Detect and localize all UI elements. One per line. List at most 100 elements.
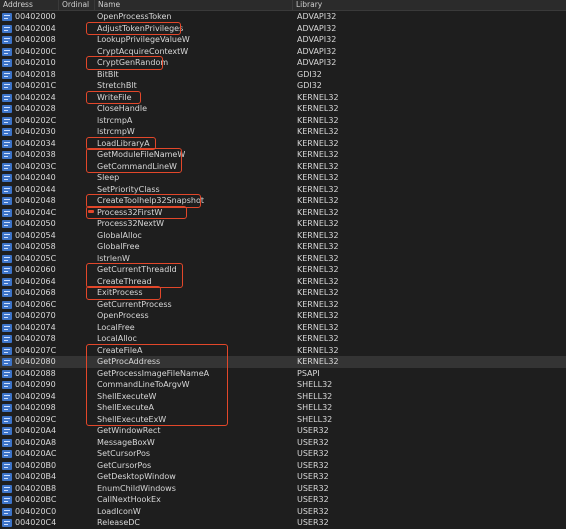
table-row[interactable]: 00402078 LocalAlloc KERNEL32 [0,333,566,345]
address-cell: 00402024 [15,92,56,102]
address-cell: 00402060 [15,265,56,274]
table-row[interactable]: 00402048 CreateToolhelp32Snapshot KERNEL32 [0,195,566,207]
table-row[interactable]: 00402028 CloseHandle KERNEL32 [0,103,566,115]
address-cell: 0040202C [15,115,57,125]
table-row[interactable]: 004020BC CallNextHookEx USER32 [0,494,566,506]
address-cell: 0040204C [15,207,57,217]
address-cell: 00402030 [15,127,56,136]
table-row[interactable]: 00402060 GetCurrentThreadId KERNEL32 [0,264,566,276]
table-row[interactable]: 00402088 GetProcessImageFileNameA PSAPI [0,368,566,380]
table-row[interactable]: 0040206C GetCurrentProcess KERNEL32 [0,299,566,311]
import-function-icon [2,128,12,136]
table-row[interactable]: 004020AC SetCursorPos USER32 [0,448,566,460]
library-cell: KERNEL32 [297,276,339,286]
library-cell: KERNEL32 [297,127,339,136]
table-row[interactable]: 00402090 CommandLineToArgvW SHELL32 [0,379,566,391]
library-cell: ADVAPI32 [297,35,337,44]
table-row[interactable]: 00402094 ShellExecuteW SHELL32 [0,391,566,403]
import-function-icon [2,59,12,67]
table-row[interactable]: 00402040 Sleep KERNEL32 [0,172,566,184]
table-row[interactable]: 004020A4 GetWindowRect USER32 [0,425,566,437]
name-cell: OpenProcess [97,311,149,320]
table-row[interactable]: 00402080 GetProcAddress KERNEL32 [0,356,566,368]
name-cell: SetCursorPos [97,449,151,458]
table-row[interactable]: 00402050 Process32NextW KERNEL32 [0,218,566,230]
library-cell: KERNEL32 [297,184,339,194]
library-cell: USER32 [297,460,329,470]
address-cell: 00402064 [15,276,56,286]
name-cell: lstrcmpA [97,115,133,125]
table-row[interactable]: 00402008 LookupPrivilegeValueW ADVAPI32 [0,34,566,46]
name-cell: LoadLibraryA [97,138,150,148]
import-function-icon [2,335,12,343]
table-row[interactable]: 00402064 CreateThread KERNEL32 [0,276,566,288]
import-function-icon [2,461,12,470]
name-cell: CryptGenRandom [97,58,169,67]
table-row[interactable]: 004020C4 ReleaseDC USER32 [0,517,566,529]
table-row[interactable]: 004020B4 GetDesktopWindow USER32 [0,471,566,483]
table-row[interactable]: 0040203C GetCommandLineW KERNEL32 [0,161,566,173]
import-function-icon [2,47,12,56]
library-cell: USER32 [297,426,329,435]
import-function-icon [2,139,12,148]
library-cell: KERNEL32 [297,253,339,263]
column-header-ordinal[interactable]: Ordinal [59,0,95,10]
library-cell: GDI32 [297,81,322,90]
table-row[interactable]: 00402018 BitBlt GDI32 [0,69,566,81]
table-row[interactable]: 00402058 GlobalFree KERNEL32 [0,241,566,253]
table-row[interactable]: 00402074 LocalFree KERNEL32 [0,322,566,334]
table-row[interactable]: 00402054 GlobalAlloc KERNEL32 [0,230,566,242]
table-row[interactable]: 0040204C Process32FirstW KERNEL32 [0,207,566,219]
table-row[interactable]: 00402030 lstrcmpW KERNEL32 [0,126,566,138]
address-cell: 00402090 [15,380,56,389]
library-cell: KERNEL32 [297,322,339,332]
name-cell: MessageBoxW [97,437,155,447]
name-cell: Process32NextW [97,219,165,228]
table-row[interactable]: 0040200C CryptAcquireContextW ADVAPI32 [0,46,566,58]
address-cell: 004020BC [15,495,57,504]
table-row[interactable]: 004020B8 EnumChildWindows USER32 [0,483,566,495]
address-cell: 00402078 [15,334,56,343]
address-cell: 004020C4 [15,518,57,527]
column-header-name[interactable]: Name [95,0,293,10]
table-row[interactable]: 00402044 SetPriorityClass KERNEL32 [0,184,566,196]
column-header-library[interactable]: Library [293,0,566,10]
name-cell: CloseHandle [97,104,148,113]
table-row[interactable]: 00402034 LoadLibraryA KERNEL32 [0,138,566,150]
table-row[interactable]: 0040207C CreateFileA KERNEL32 [0,345,566,357]
table-row[interactable]: 00402010 CryptGenRandom ADVAPI32 [0,57,566,69]
table-row[interactable]: 00402038 GetModuleFileNameW KERNEL32 [0,149,566,161]
address-cell: 0040207C [15,345,57,355]
address-cell: 004020AC [15,449,57,458]
import-function-icon [2,427,12,435]
import-function-icon [2,358,12,366]
column-header-address[interactable]: Address [0,0,59,10]
name-cell: CreateThread [97,276,152,286]
import-function-icon [2,496,12,504]
import-function-icon [2,369,12,378]
address-cell: 004020C0 [15,506,57,516]
table-row[interactable]: 0040209C ShellExecuteExW SHELL32 [0,414,566,426]
name-cell: GetWindowRect [97,426,161,435]
table-row[interactable]: 0040201C StretchBlt GDI32 [0,80,566,92]
table-row[interactable]: 00402004 AdjustTokenPrivileges ADVAPI32 [0,23,566,35]
library-cell: KERNEL32 [297,265,339,274]
table-row[interactable]: 0040202C lstrcmpA KERNEL32 [0,115,566,127]
table-row[interactable]: 00402000 OpenProcessToken ADVAPI32 [0,11,566,23]
address-cell: 004020B4 [15,472,57,481]
library-cell: SHELL32 [297,414,333,424]
table-row[interactable]: 004020A8 MessageBoxW USER32 [0,437,566,449]
table-row[interactable]: 00402068 ExitProcess KERNEL32 [0,287,566,299]
table-row[interactable]: 004020B0 GetCursorPos USER32 [0,460,566,472]
library-cell: KERNEL32 [297,288,339,297]
address-cell: 00402068 [15,288,56,297]
import-function-icon [2,346,12,355]
table-row[interactable]: 00402024 WriteFile KERNEL32 [0,92,566,104]
address-cell: 00402028 [15,104,56,113]
import-function-icon [2,415,12,424]
table-row[interactable]: 00402070 OpenProcess KERNEL32 [0,310,566,322]
import-function-icon [2,174,12,182]
table-row[interactable]: 004020C0 LoadIconW USER32 [0,506,566,518]
table-row[interactable]: 00402098 ShellExecuteA SHELL32 [0,402,566,414]
table-row[interactable]: 0040205C lstrlenW KERNEL32 [0,253,566,265]
